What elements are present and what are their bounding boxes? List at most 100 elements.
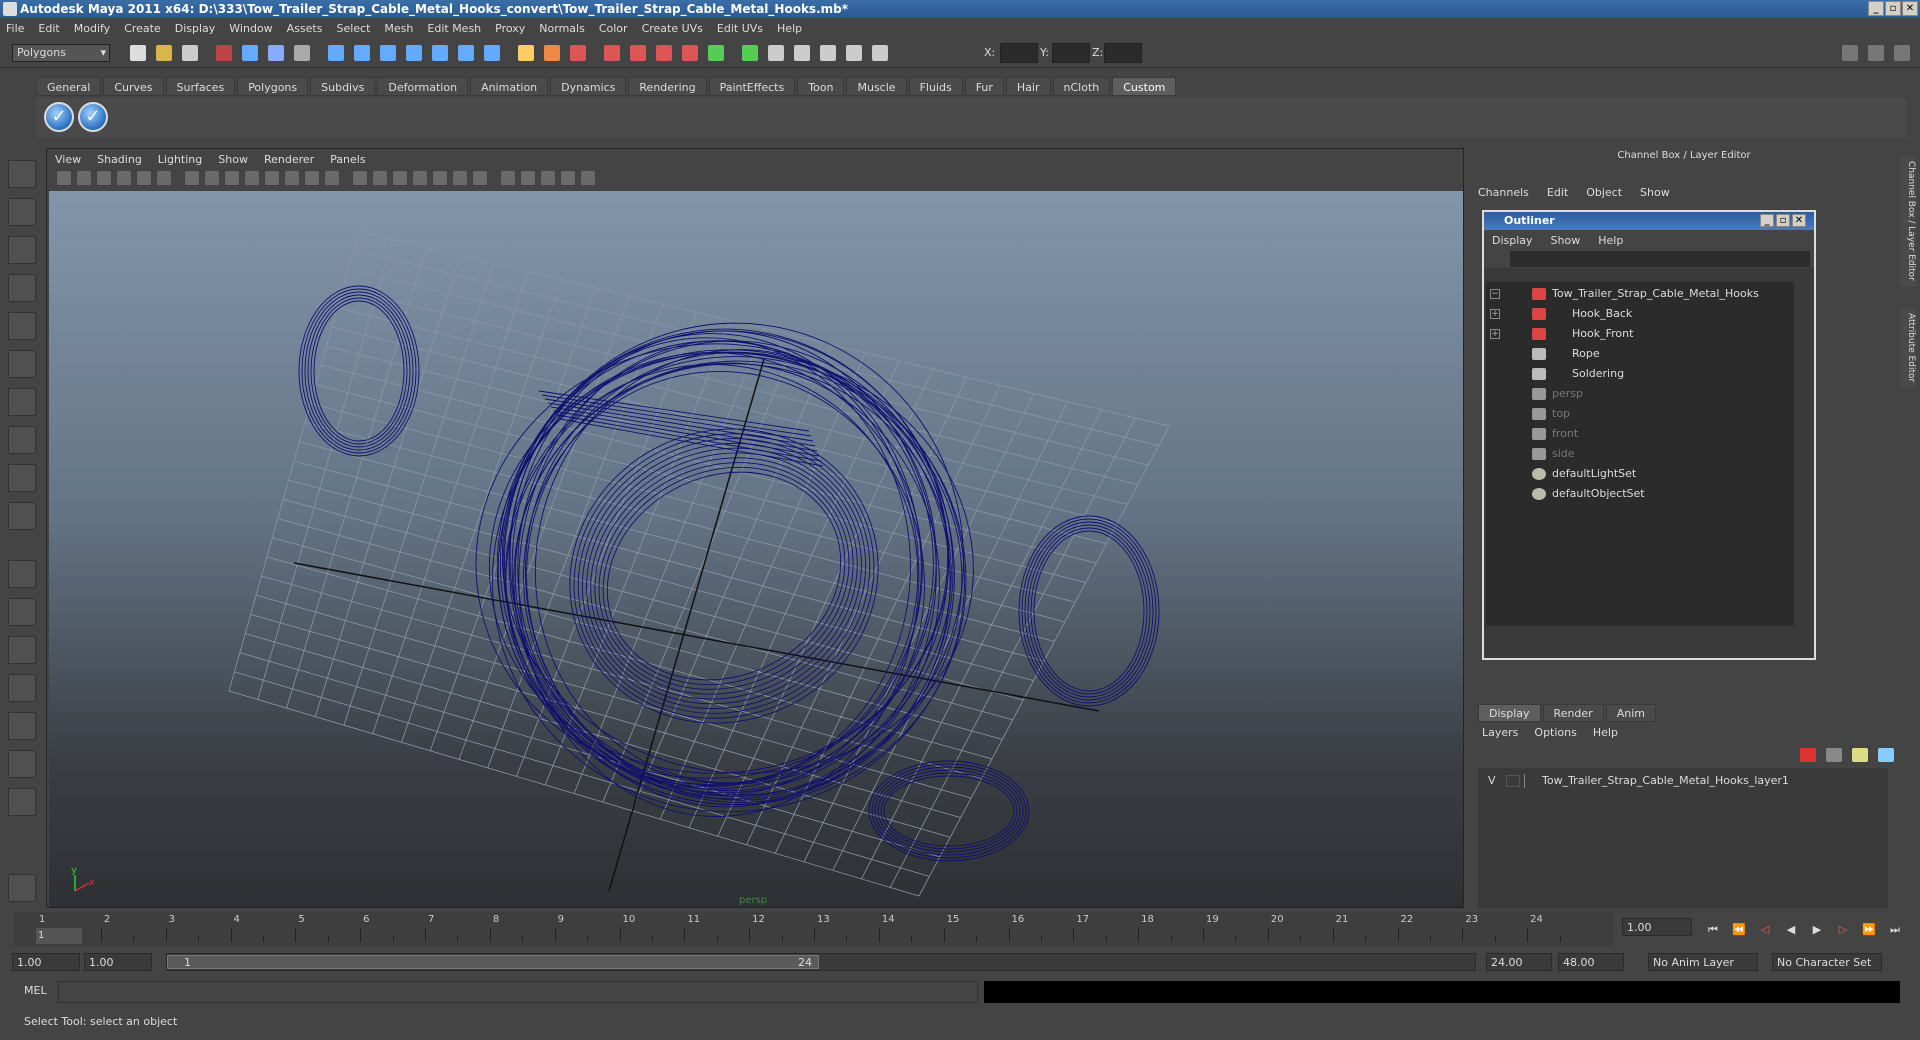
- viewport-tool-icon-23[interactable]: [521, 171, 535, 185]
- menu-help[interactable]: Help: [777, 22, 802, 35]
- toolbar-tool-icon-20[interactable]: [656, 45, 672, 61]
- menu-edit[interactable]: Edit: [38, 22, 59, 35]
- shelf-tab-animation[interactable]: Animation: [470, 77, 549, 96]
- minimize-button[interactable]: _: [1868, 1, 1884, 16]
- shelf-tab-painteffects[interactable]: PaintEffects: [708, 77, 796, 96]
- viewport-menu-view[interactable]: View: [55, 153, 81, 166]
- viewport-tool-icon-4[interactable]: [117, 171, 131, 185]
- viewport-3d-view[interactable]: y x persp: [49, 191, 1463, 907]
- rotate-tool-icon[interactable]: [8, 312, 36, 340]
- outliner-close-button[interactable]: ✕: [1792, 214, 1806, 227]
- viewport-tool-icon-21[interactable]: [473, 171, 487, 185]
- viewport-menu-panels[interactable]: Panels: [330, 153, 365, 166]
- animation-start-field[interactable]: 1.00: [12, 953, 80, 971]
- menu-create-uvs[interactable]: Create UVs: [642, 22, 703, 35]
- show-hide-channel-box-icon[interactable]: [1894, 45, 1910, 61]
- go-to-start-icon[interactable]: ⏮: [1706, 924, 1720, 936]
- viewport-tool-icon-1[interactable]: [57, 171, 71, 185]
- playback-end-field[interactable]: 24.00: [1486, 953, 1552, 971]
- soft-mod-icon[interactable]: [8, 426, 36, 454]
- layer-menu-layers[interactable]: Layers: [1482, 726, 1518, 739]
- viewport-tool-icon-3[interactable]: [97, 171, 111, 185]
- channel-box-menu-show[interactable]: Show: [1640, 186, 1670, 199]
- outliner-item[interactable]: front: [1486, 424, 1786, 444]
- outliner-filter-input[interactable]: [1510, 251, 1810, 267]
- close-button[interactable]: ✕: [1902, 1, 1918, 16]
- layer-menu-help[interactable]: Help: [1593, 726, 1618, 739]
- layer-template-toggle[interactable]: [1506, 775, 1520, 787]
- menu-assets[interactable]: Assets: [287, 22, 323, 35]
- lasso-tool-icon[interactable]: [8, 198, 36, 226]
- toolbar-tool-icon-13[interactable]: [458, 45, 474, 61]
- expand-toggle-icon[interactable]: +: [1490, 329, 1500, 339]
- layer-visibility-toggle[interactable]: V: [1488, 772, 1496, 790]
- menu-select[interactable]: Select: [336, 22, 370, 35]
- outliner-item[interactable]: defaultLightSet: [1486, 464, 1786, 484]
- viewport-tool-icon-8[interactable]: [205, 171, 219, 185]
- viewport-tool-icon-13[interactable]: [305, 171, 319, 185]
- layer-action-icon-4[interactable]: [1878, 748, 1894, 762]
- channel-box-menu-edit[interactable]: Edit: [1547, 186, 1568, 199]
- z-coord-field[interactable]: [1104, 43, 1142, 63]
- viewport-tool-icon-18[interactable]: [413, 171, 427, 185]
- layout-persp-graph-icon[interactable]: [8, 750, 36, 778]
- layout-hypershade-icon[interactable]: [8, 712, 36, 740]
- outliner-item[interactable]: + Hook_Back: [1486, 304, 1786, 324]
- expand-toggle-icon[interactable]: +: [1490, 309, 1500, 319]
- viewport-tool-icon-2[interactable]: [77, 171, 91, 185]
- channel-box-menu-object[interactable]: Object: [1586, 186, 1622, 199]
- viewport-tool-icon-7[interactable]: [185, 171, 199, 185]
- shelf-tab-fluids[interactable]: Fluids: [908, 77, 963, 96]
- outliner-horizontal-scrollbar[interactable]: [1486, 640, 1794, 654]
- shelf-check-icon-1[interactable]: ✓: [44, 102, 74, 132]
- outliner-item[interactable]: + Hook_Front: [1486, 324, 1786, 344]
- shelf-check-icon-2[interactable]: ✓: [78, 102, 108, 132]
- viewport-tool-icon-12[interactable]: [285, 171, 299, 185]
- shelf-tab-subdivs[interactable]: Subdivs: [310, 77, 376, 96]
- toolbar-tool-icon-3[interactable]: [182, 45, 198, 61]
- outliner-vertical-scrollbar[interactable]: [1798, 282, 1812, 626]
- menu-edit-uvs[interactable]: Edit UVs: [717, 22, 763, 35]
- viewport-tool-icon-10[interactable]: [245, 171, 259, 185]
- outliner-menu-display[interactable]: Display: [1492, 234, 1533, 247]
- outliner-item[interactable]: − Tow_Trailer_Strap_Cable_Metal_Hooks: [1486, 284, 1786, 304]
- viewport-tool-icon-5[interactable]: [137, 171, 151, 185]
- paint-select-tool-icon[interactable]: [8, 236, 36, 264]
- layer-tab-display[interactable]: Display: [1478, 704, 1541, 722]
- viewport-menu-shading[interactable]: Shading: [97, 153, 142, 166]
- channel-box-menu-channels[interactable]: Channels: [1478, 186, 1529, 199]
- layout-graph-icon[interactable]: [8, 674, 36, 702]
- menu-modify[interactable]: Modify: [74, 22, 110, 35]
- menu-display[interactable]: Display: [175, 22, 216, 35]
- toolbar-tool-icon-16[interactable]: [544, 45, 560, 61]
- layout-extra-icon[interactable]: [8, 788, 36, 816]
- layer-action-icon-1[interactable]: [1800, 748, 1816, 762]
- playback-start-field[interactable]: 1.00: [84, 953, 152, 971]
- toolbar-tool-icon-25[interactable]: [794, 45, 810, 61]
- toolbar-tool-icon-8[interactable]: [328, 45, 344, 61]
- toolbar-tool-icon-26[interactable]: [820, 45, 836, 61]
- show-hide-attribute-editor-icon[interactable]: [1842, 45, 1858, 61]
- viewport-tool-icon-11[interactable]: [265, 171, 279, 185]
- menu-window[interactable]: Window: [229, 22, 272, 35]
- toolbar-tool-icon-22[interactable]: [708, 45, 724, 61]
- outliner-item[interactable]: defaultObjectSet: [1486, 484, 1786, 504]
- viewport-tool-icon-16[interactable]: [373, 171, 387, 185]
- menu-proxy[interactable]: Proxy: [495, 22, 525, 35]
- menu-create[interactable]: Create: [124, 22, 161, 35]
- viewport-tool-icon-19[interactable]: [433, 171, 447, 185]
- go-to-end-icon[interactable]: ⏭: [1888, 924, 1902, 936]
- layer-action-icon-2[interactable]: [1826, 748, 1842, 762]
- maximize-button[interactable]: ▫: [1885, 1, 1901, 16]
- move-tool-icon[interactable]: [8, 274, 36, 302]
- outliner-item[interactable]: side: [1486, 444, 1786, 464]
- viewport-menu-renderer[interactable]: Renderer: [264, 153, 314, 166]
- layer-row[interactable]: V Tow_Trailer_Strap_Cable_Metal_Hooks_la…: [1478, 772, 1888, 790]
- shelf-tab-dynamics[interactable]: Dynamics: [550, 77, 627, 96]
- shelf-tab-general[interactable]: General: [36, 77, 102, 96]
- shelf-tab-toon[interactable]: Toon: [797, 77, 845, 96]
- outliner-menu-help[interactable]: Help: [1598, 234, 1623, 247]
- menu-edit-mesh[interactable]: Edit Mesh: [427, 22, 481, 35]
- layer-menu-options[interactable]: Options: [1534, 726, 1576, 739]
- toolbar-tool-icon-21[interactable]: [682, 45, 698, 61]
